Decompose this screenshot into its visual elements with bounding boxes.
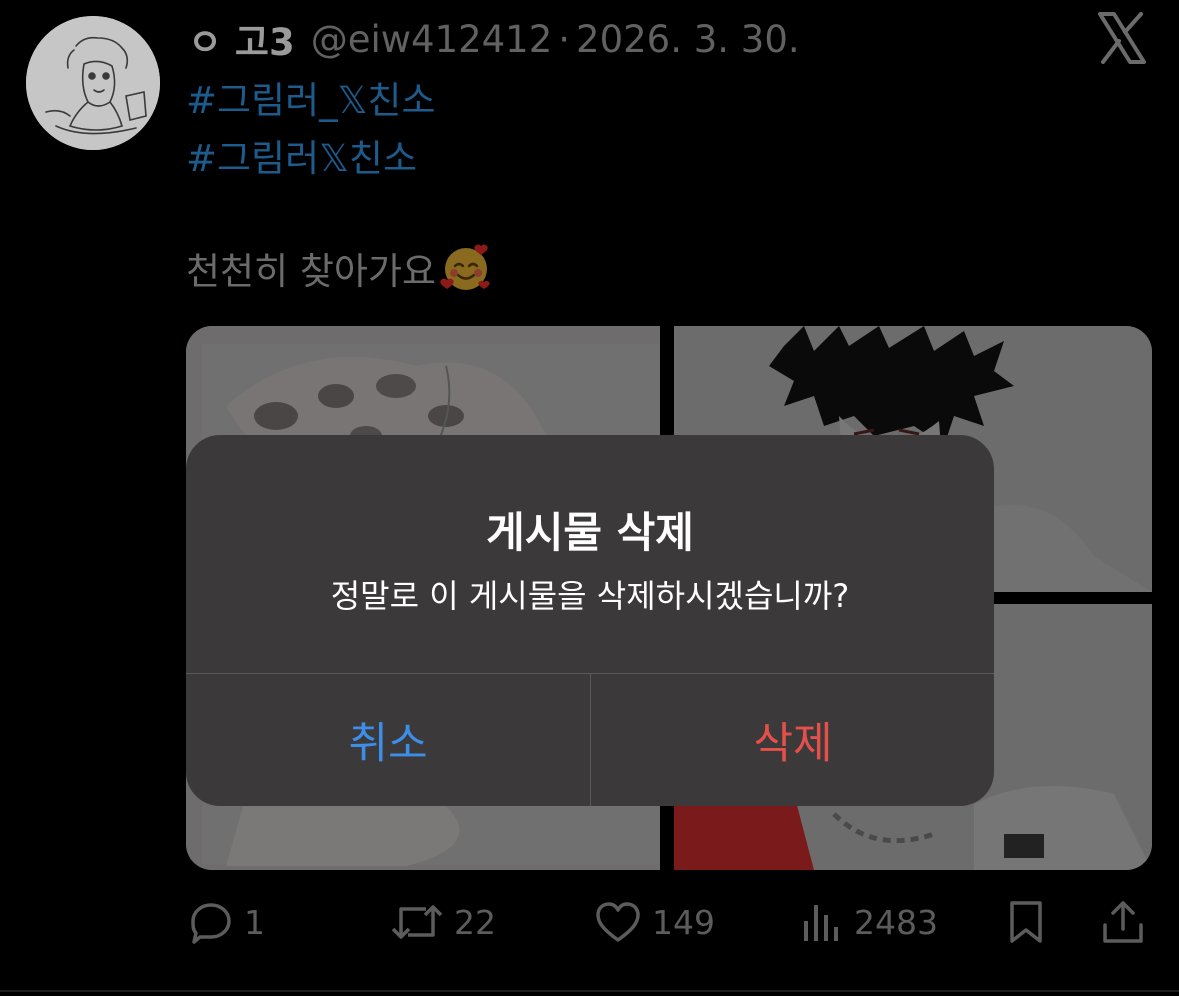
action-bar: 1 22 149 2483 — [0, 890, 1179, 954]
share-icon — [1103, 901, 1143, 943]
hashtag-link[interactable]: #그림러𝕏친소 — [186, 128, 417, 182]
repost-action[interactable]: 22 — [390, 890, 496, 954]
smiling-face-with-hearts-icon — [440, 242, 492, 294]
bookmark-icon — [1010, 901, 1042, 943]
display-name[interactable]: ㅇ 고3 — [188, 12, 295, 66]
alert-title: 게시물 삭제 — [486, 508, 694, 557]
header-separator: · — [558, 17, 571, 61]
x-logo-icon — [1094, 10, 1150, 66]
reply-count: 1 — [244, 902, 265, 942]
cancel-button[interactable]: 취소 — [186, 674, 590, 806]
divider — [0, 990, 1179, 992]
views-action[interactable]: 2483 — [800, 890, 938, 954]
alert-message: 정말로 이 게시물을 삭제하시겠습니까? — [330, 577, 850, 615]
view-count: 2483 — [854, 902, 938, 942]
avatar[interactable] — [26, 16, 160, 150]
avatar-drawing — [26, 16, 160, 150]
tweet-body-text: 천천히 찾아가요 — [186, 250, 437, 293]
handle[interactable]: @eiw412412 — [311, 18, 553, 61]
tweet-body: 천천히 찾아가요 — [186, 240, 492, 296]
like-count: 149 — [652, 902, 715, 942]
tweet-date[interactable]: 2026. 3. 30. — [576, 18, 800, 61]
share-action[interactable] — [1100, 890, 1146, 954]
tweet-header: ㅇ 고3 @eiw412412 · 2026. 3. 30. — [188, 12, 800, 66]
repost-count: 22 — [454, 902, 496, 942]
reply-icon — [191, 903, 231, 944]
delete-post-alert: 게시물 삭제 정말로 이 게시물을 삭제하시겠습니까? 취소 삭제 — [186, 435, 994, 806]
views-icon — [804, 905, 838, 941]
delete-button[interactable]: 삭제 — [591, 674, 994, 806]
like-icon — [596, 902, 640, 942]
repost-icon — [391, 905, 443, 939]
reply-action[interactable]: 1 — [188, 890, 265, 954]
like-action[interactable]: 149 — [594, 890, 715, 954]
hashtag-link[interactable]: #그림러_𝕏친소 — [186, 70, 436, 124]
bookmark-action[interactable] — [1006, 890, 1046, 954]
screen: ㅇ 고3 @eiw412412 · 2026. 3. 30. #그림러_𝕏친소 … — [0, 0, 1179, 996]
